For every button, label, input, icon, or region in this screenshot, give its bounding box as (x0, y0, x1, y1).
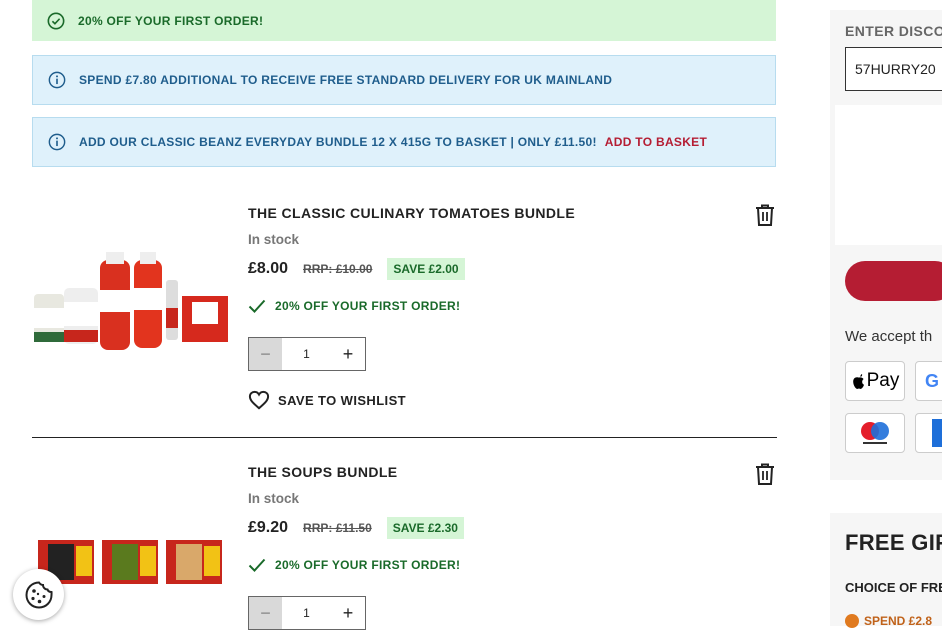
amex-logo-icon (932, 419, 942, 447)
price-row: £8.00 RRP: £10.00 SAVE £2.00 (248, 258, 465, 280)
save-badge: SAVE £2.00 (387, 258, 465, 280)
decrease-quantity-button[interactable]: − (249, 338, 282, 370)
stock-status: In stock (248, 232, 300, 247)
summary-blank-area (835, 105, 942, 245)
quantity-value[interactable]: 1 (282, 338, 331, 370)
checkmark-icon (248, 299, 266, 313)
discount-label: ENTER DISCO (845, 23, 942, 39)
google-pay-badge: G (915, 361, 942, 401)
wishlist-label: SAVE TO WISHLIST (278, 392, 406, 408)
promo-line: 20% OFF YOUR FIRST ORDER! (248, 557, 460, 573)
product-image[interactable] (32, 250, 232, 350)
quantity-stepper: − 1 + (248, 596, 366, 630)
checkmark-icon (248, 558, 266, 572)
increase-quantity-button[interactable]: + (331, 597, 365, 629)
save-badge: SAVE £2.30 (386, 517, 464, 539)
checkout-button[interactable] (845, 261, 942, 301)
price: £9.20 (248, 519, 289, 536)
save-to-wishlist-button[interactable]: SAVE TO WISHLIST (248, 390, 406, 410)
accepted-payments-text: We accept th (845, 328, 933, 345)
amex-badge (915, 413, 942, 453)
product-title[interactable]: THE CLASSIC CULINARY TOMATOES BUNDLE (248, 205, 575, 221)
rrp-price: RRP: £10.00 (303, 262, 373, 276)
stock-status: In stock (248, 491, 300, 506)
trash-icon[interactable] (754, 203, 776, 227)
promo-text: 20% OFF YOUR FIRST ORDER! (275, 558, 461, 572)
item-divider (32, 437, 777, 438)
product-title[interactable]: THE SOUPS BUNDLE (248, 464, 398, 480)
apple-logo-icon (852, 374, 864, 389)
price-row: £9.20 RRP: £11.50 SAVE £2.30 (248, 517, 464, 539)
trash-icon[interactable] (754, 462, 776, 486)
basket-item: THE SOUPS BUNDLE In stock £9.20 RRP: £11… (32, 440, 776, 630)
cookie-settings-button[interactable] (13, 569, 64, 620)
increase-quantity-button[interactable]: + (331, 338, 365, 370)
promo-text: 20% OFF YOUR FIRST ORDER! (275, 299, 461, 313)
decrease-quantity-button[interactable]: − (249, 597, 282, 629)
google-g-icon: G (925, 370, 940, 391)
free-gifts-subtitle: CHOICE OF FREE (845, 580, 942, 595)
free-gifts-title: FREE GIFTS (845, 530, 942, 555)
heart-icon (248, 390, 270, 410)
basket-item: THE CLASSIC CULINARY TOMATOES BUNDLE In … (32, 0, 776, 440)
apple-pay-badge: Pay (845, 361, 905, 401)
price: £8.00 (248, 260, 289, 277)
quantity-value[interactable]: 1 (282, 597, 331, 629)
maestro-badge (845, 413, 905, 453)
promo-line: 20% OFF YOUR FIRST ORDER! (248, 298, 460, 314)
discount-code-input[interactable]: 57HURRY20 (845, 47, 942, 91)
apple-pay-text: Pay (866, 370, 900, 391)
maestro-logo-icon (861, 422, 889, 444)
cookie-icon (24, 580, 53, 609)
rrp-price: RRP: £11.50 (303, 521, 372, 535)
quantity-stepper: − 1 + (248, 337, 366, 371)
